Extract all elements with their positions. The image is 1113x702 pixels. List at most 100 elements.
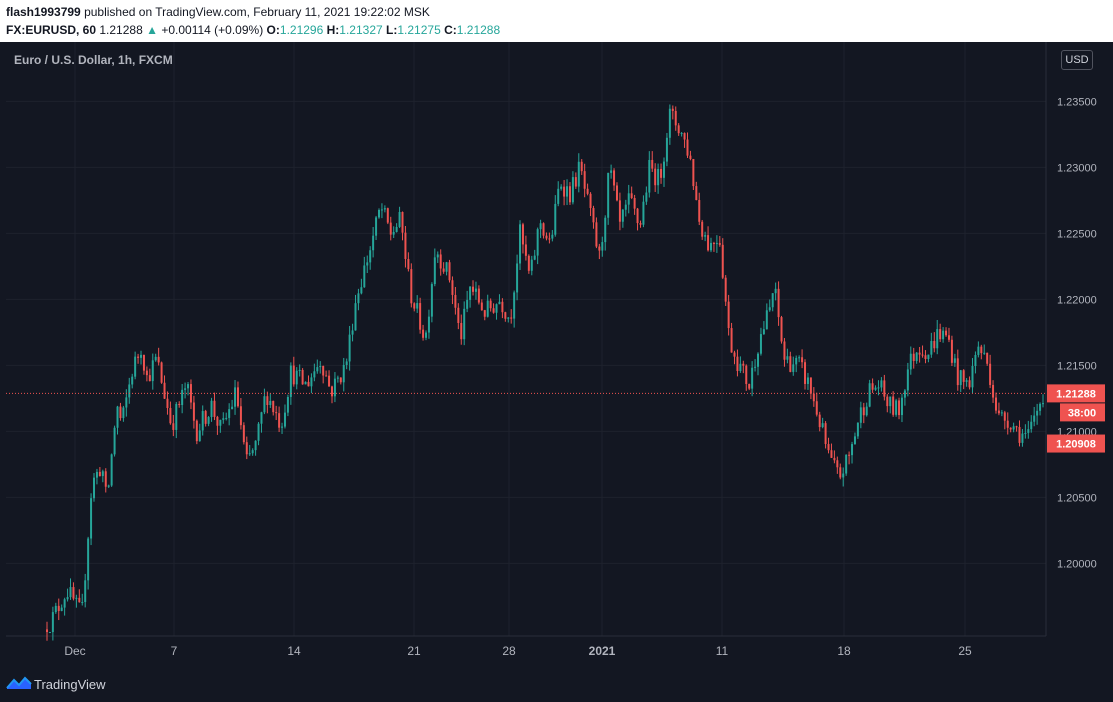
candle-body <box>533 255 536 260</box>
candle-body <box>986 352 989 364</box>
candle-body <box>939 329 942 340</box>
candle-body <box>657 168 660 186</box>
candle-body <box>945 330 948 336</box>
candle-body <box>754 366 757 368</box>
candle-body <box>433 257 436 285</box>
candle-body <box>674 110 677 126</box>
candle-body <box>498 301 501 305</box>
candle-body <box>654 168 657 186</box>
candle-body <box>818 414 821 428</box>
candle-body <box>521 224 524 245</box>
candle-body <box>392 231 395 235</box>
last-price-label: 1.21288 <box>1056 388 1096 400</box>
candle-body <box>977 346 980 355</box>
candle-body <box>636 208 639 224</box>
candle-body <box>889 396 892 407</box>
candle-body <box>903 390 906 398</box>
candle-body <box>107 485 110 487</box>
candle-body <box>460 323 463 340</box>
candle-body <box>757 353 760 367</box>
candle-body <box>357 293 360 304</box>
candle-body <box>845 454 848 474</box>
candle-body <box>225 417 228 419</box>
candle-body <box>245 442 248 455</box>
candle-body <box>624 204 627 210</box>
candle-body <box>900 397 903 416</box>
candle-body <box>192 402 195 421</box>
candle-body <box>551 234 554 239</box>
candle-body <box>795 357 798 365</box>
candle-body <box>1021 433 1024 443</box>
candle-body <box>301 369 304 385</box>
tradingview-logo-icon[interactable] <box>6 676 32 690</box>
candle-body <box>771 293 774 308</box>
candle-body <box>762 329 765 335</box>
candle-body <box>927 354 930 360</box>
candle-body <box>228 409 231 418</box>
high-value: 1.21327 <box>339 23 383 37</box>
candle-body <box>1039 403 1042 411</box>
candle-body <box>242 425 245 443</box>
candle-body <box>110 454 113 486</box>
candle-body <box>883 380 886 397</box>
candle-body <box>304 381 307 385</box>
candle-body <box>809 377 812 394</box>
publish-text: published on TradingView.com, February 1… <box>84 5 430 19</box>
candle-body <box>75 597 78 599</box>
candle-body <box>563 186 566 197</box>
candle-body <box>137 356 140 358</box>
candle-body <box>530 259 533 271</box>
candle-body <box>360 287 363 294</box>
candle-body <box>751 367 754 389</box>
candle-body <box>60 607 63 611</box>
candle-body <box>560 186 563 189</box>
candle-body <box>874 387 877 390</box>
tradingview-brand[interactable]: TradingView <box>34 677 106 692</box>
candle-body <box>804 362 807 384</box>
candle-body <box>871 383 874 390</box>
candle-body <box>806 377 809 384</box>
author-name[interactable]: flash1993799 <box>6 5 81 19</box>
candle-body <box>407 258 410 270</box>
change-value: +0.00114 (+0.09%) <box>161 23 264 37</box>
candle-body <box>310 377 313 387</box>
candle-body <box>363 265 366 288</box>
candle-body <box>665 137 668 162</box>
candle-body <box>959 370 962 386</box>
candle-body <box>239 406 242 426</box>
candle-body <box>87 538 90 581</box>
candle-body <box>1024 432 1027 434</box>
candle-body <box>204 411 207 424</box>
candle-body <box>422 329 425 338</box>
open-value: 1.21296 <box>279 23 324 37</box>
candle-body <box>906 369 909 391</box>
currency-button[interactable]: USD <box>1061 50 1093 70</box>
candle-body <box>589 193 592 209</box>
candle-body <box>833 457 836 461</box>
candle-body <box>516 263 519 293</box>
candle-body <box>195 420 198 442</box>
candle-body <box>292 365 295 385</box>
candle-body <box>248 453 251 455</box>
candle-body <box>519 224 522 264</box>
candle-body <box>604 217 607 243</box>
high-label: H: <box>326 23 340 37</box>
up-triangle-icon: ▲ <box>146 23 158 37</box>
candle-body <box>401 212 404 233</box>
price-chart[interactable]: 1.200001.205001.210001.215001.220001.225… <box>0 42 1113 664</box>
candle-body <box>892 396 895 415</box>
candle-body <box>965 380 968 382</box>
candle-body <box>610 170 613 173</box>
candle-body <box>642 201 645 225</box>
candle-body <box>154 356 157 361</box>
candle-body <box>378 209 380 218</box>
candle-body <box>686 139 689 156</box>
candle-body <box>992 384 995 398</box>
candle-body <box>319 365 322 368</box>
candle-body <box>983 352 986 354</box>
candle-body <box>780 317 783 342</box>
candle-body <box>104 471 107 487</box>
time-tick-label: 25 <box>958 644 972 658</box>
candle-body <box>712 242 715 244</box>
symbol-info: FX:EURUSD, 60 1.21288 ▲ +0.00114 (+0.09%… <box>6 23 500 37</box>
